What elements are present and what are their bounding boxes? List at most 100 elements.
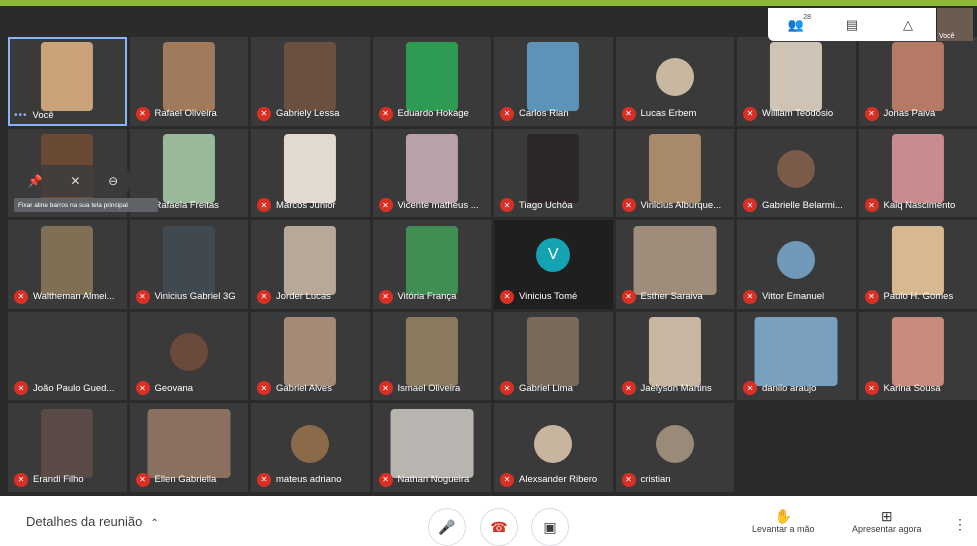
participant-tile[interactable]: ✕Esther Saraiva <box>616 220 735 309</box>
mic-muted-icon: ✕ <box>865 198 879 212</box>
video-feed <box>770 42 822 111</box>
participant-tile[interactable]: ✕Lucas Erbem <box>616 37 735 126</box>
self-tile[interactable]: •••Você <box>8 37 127 126</box>
camera-button[interactable]: ▣ <box>531 508 569 546</box>
participant-tile[interactable]: ✕Vicente matheus ... <box>373 129 492 218</box>
participant-tile[interactable]: ✕Gabriel Lima <box>494 312 613 401</box>
participant-tile[interactable]: ✕Karina Sousa <box>859 312 977 401</box>
bottom-control-bar: Detalhes da reunião⌃ 🎤 ☎ ▣ ✋ Levantar a … <box>0 496 977 545</box>
participant-tile[interactable]: ✕Rafael Oliveira <box>130 37 249 126</box>
participant-tile[interactable]: ✕ Tiago Uchôa <box>494 129 613 218</box>
video-feed <box>170 333 208 371</box>
meeting-details-button[interactable]: Detalhes da reunião⌃ <box>26 514 159 529</box>
present-now-button[interactable]: ⊞ Apresentar agora <box>852 508 922 534</box>
video-feed <box>633 226 716 295</box>
participant-tile[interactable]: ✕mateus adriano <box>251 403 370 492</box>
mic-button[interactable]: 🎤 <box>428 508 466 546</box>
participant-tile[interactable]: ✕ danilo araujo <box>737 312 856 401</box>
participant-tile[interactable]: ✕Vinicius Gabriel 3G <box>130 220 249 309</box>
participant-name-row: ✕Vitória França <box>379 290 488 304</box>
participant-tile[interactable]: ✕Eduardo Hokage <box>373 37 492 126</box>
mic-muted-icon: ✕ <box>379 473 393 487</box>
participant-name: Karina Sousa <box>884 383 941 394</box>
participant-tile[interactable]: ✕ Kaiq Nascimento <box>859 129 977 218</box>
participant-name: Nathan Nogueira <box>398 474 470 485</box>
video-feed <box>390 409 473 478</box>
remove-icon[interactable]: ⊖ <box>108 174 118 188</box>
video-feed <box>284 226 336 295</box>
raise-hand-button[interactable]: ✋ Levantar a mão <box>752 508 815 534</box>
participant-tile[interactable]: ✕ Nathan Nogueira <box>373 403 492 492</box>
mic-muted-icon: ✕ <box>622 107 636 121</box>
participant-name: Erandi Filho <box>33 474 84 485</box>
participant-name: Ellen Gabriella <box>155 474 217 485</box>
participant-name: Ismael Oliveira <box>398 383 461 394</box>
people-button[interactable]: 👥28 <box>781 12 811 38</box>
participant-name-row: ✕Geovana <box>136 381 245 395</box>
pin-icon[interactable]: 📌 <box>28 174 43 188</box>
participant-name-row: ✕Karina Sousa <box>865 381 974 395</box>
participant-name: Tiago Uchôa <box>519 200 573 211</box>
video-feed <box>163 42 215 111</box>
self-view-thumbnail[interactable]: Você <box>937 8 973 41</box>
video-feed <box>406 42 458 111</box>
avatar: V <box>536 238 570 272</box>
participant-tile[interactable]: ✕Jorder Lucas <box>251 220 370 309</box>
mic-muted-icon: ✕ <box>500 107 514 121</box>
participant-grid: •••Você✕Rafael Oliveira✕Gabriely Lessa✕E… <box>8 37 977 492</box>
participant-tile[interactable]: ✕cristian <box>616 403 735 492</box>
participant-name: Alexsander Ribero <box>519 474 597 485</box>
participant-tile[interactable]: ✕Ismael Oliveira <box>373 312 492 401</box>
video-feed <box>892 226 944 295</box>
participant-tile[interactable]: ✕William Teodósio <box>737 37 856 126</box>
participant-tile[interactable]: ✕Paulo H. Gomes <box>859 220 977 309</box>
chat-button[interactable]: ▤ <box>837 12 867 38</box>
participant-tile[interactable]: ✕Waltheman Almei... <box>8 220 127 309</box>
mic-muted-icon: ✕ <box>257 107 271 121</box>
activities-button[interactable]: △ <box>893 12 923 38</box>
end-call-button[interactable]: ☎ <box>480 508 518 546</box>
participant-name-row: ✕Jonas Paiva <box>865 107 974 121</box>
more-options-icon[interactable]: ⋮ <box>953 516 967 533</box>
shapes-icon: △ <box>903 17 913 33</box>
participant-tile[interactable]: ✕Vittor Emanuel <box>737 220 856 309</box>
participant-name-row: ✕cristian <box>622 473 731 487</box>
participant-tile[interactable]: V✕Vinicius Tomé <box>494 220 613 309</box>
participant-tile[interactable]: ✕Gabriel Alves <box>251 312 370 401</box>
participant-tile[interactable]: ✕Jaelyson Martins <box>616 312 735 401</box>
participant-tile[interactable]: ✕Marcos Junior <box>251 129 370 218</box>
mic-muted-icon: ✕ <box>379 198 393 212</box>
participant-name: William Teodósio <box>762 108 833 119</box>
participant-name-row: ✕Vittor Emanuel <box>743 290 852 304</box>
participant-tile[interactable]: ✕Geovana <box>130 312 249 401</box>
mic-muted-icon: ✕ <box>500 290 514 304</box>
camera-icon: ▣ <box>543 519 556 536</box>
mic-off-icon[interactable]: ✕ <box>70 174 80 188</box>
participant-tile[interactable]: ✕João Paulo Gued... <box>8 312 127 401</box>
mic-muted-icon: ✕ <box>136 107 150 121</box>
hand-icon: ✋ <box>775 508 792 524</box>
mic-muted-icon: ✕ <box>622 381 636 395</box>
participant-tile[interactable]: ✕Vinicius Alburque... <box>616 129 735 218</box>
mic-muted-icon: ✕ <box>743 381 757 395</box>
video-feed <box>892 134 944 203</box>
mic-muted-icon: ✕ <box>14 473 28 487</box>
chevron-up-icon: ⌃ <box>150 518 158 529</box>
participant-tile[interactable]: ✕Alexsander Ribero <box>494 403 613 492</box>
participant-name-row: •••Você <box>14 110 123 121</box>
participant-name: danilo araujo <box>762 383 816 394</box>
participant-tile[interactable]: ✕ Erandi Filho <box>8 403 127 492</box>
participant-tile[interactable]: ✕Gabrielle Belarmi... <box>737 129 856 218</box>
participant-tile[interactable]: ✕Vitória França <box>373 220 492 309</box>
participant-name: Gabriel Alves <box>276 383 332 394</box>
participant-tile[interactable]: ✕Carlos Rian <box>494 37 613 126</box>
video-feed <box>41 42 93 111</box>
participant-name-row: ✕William Teodósio <box>743 107 852 121</box>
mic-muted-icon: ✕ <box>500 198 514 212</box>
mic-muted-icon: ✕ <box>622 473 636 487</box>
participant-tile[interactable]: ✕Ellen Gabriella <box>130 403 249 492</box>
participant-name: Kaiq Nascimento <box>884 200 956 211</box>
participant-tile[interactable]: ✕Jonas Paiva <box>859 37 977 126</box>
participant-tile[interactable]: ✕Gabriely Lessa <box>251 37 370 126</box>
audio-level-icon: ••• <box>14 110 28 121</box>
